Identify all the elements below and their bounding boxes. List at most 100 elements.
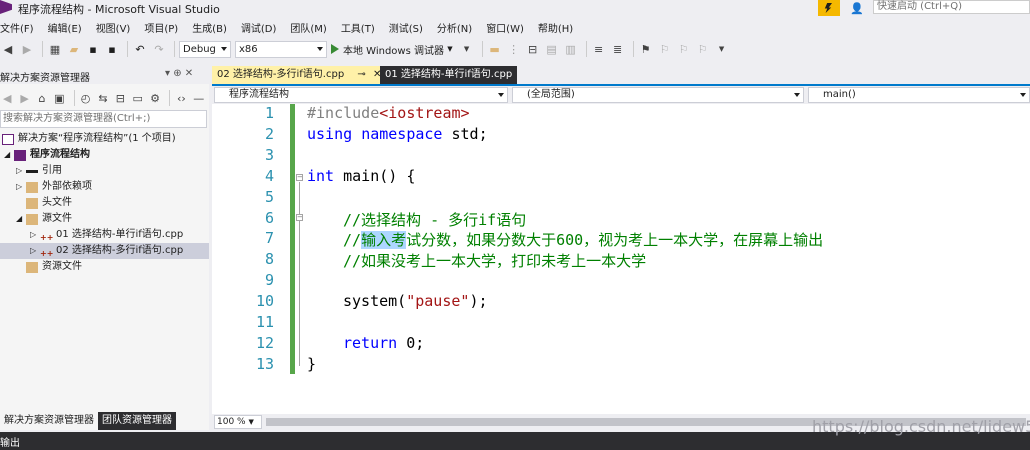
- feedback-button[interactable]: [818, 0, 840, 16]
- expanded-arrow-icon[interactable]: ◢: [16, 211, 26, 227]
- tab-file-01[interactable]: 01 选择结构-单行if语句.cpp: [380, 66, 518, 84]
- member-select[interactable]: main(): [808, 87, 1030, 103]
- code-token: std;: [442, 125, 488, 143]
- tab-solution-explorer[interactable]: 解决方案资源管理器: [0, 412, 98, 430]
- pin-icon[interactable]: ⊸: [357, 69, 365, 80]
- watermark-text: https://blog.csdn.net/lidew521: [812, 417, 1030, 436]
- tree-item-label: 资源文件: [42, 261, 82, 272]
- external-deps-icon: [26, 181, 38, 193]
- collapsed-arrow-icon[interactable]: ▷: [30, 243, 40, 259]
- code-line-1: #include<iostream>: [307, 104, 470, 122]
- menu-test[interactable]: 测试(S): [389, 20, 423, 35]
- toolbar-dropdown-icon[interactable]: ▼: [459, 41, 475, 57]
- chevron-down-icon: [794, 93, 800, 97]
- collapse-all-icon[interactable]: ⊟: [113, 90, 127, 106]
- undo-icon[interactable]: ↶: [132, 41, 148, 57]
- toolbar-separator: [42, 41, 43, 57]
- project-select[interactable]: 程序流程结构: [214, 87, 508, 103]
- collapse-outline-icon[interactable]: −: [296, 214, 303, 221]
- standard-toolbar: ◀ ▶ ▦ ▰ ▪ ▪ ↶ ↷ Debug x86 本地 Windows 调试器…: [0, 38, 1030, 60]
- menu-window[interactable]: 窗口(W): [486, 20, 524, 35]
- outdent-icon[interactable]: ≣: [610, 41, 626, 57]
- collapsed-arrow-icon[interactable]: ▷: [16, 179, 26, 195]
- start-debugging-button[interactable]: 本地 Windows 调试器 ▼: [331, 42, 453, 57]
- collapse-outline-icon[interactable]: −: [296, 174, 303, 181]
- code-token: using: [307, 125, 353, 143]
- tree-item-file-01[interactable]: ▷ ++ 01 选择结构-单行if语句.cpp: [30, 227, 183, 243]
- tree-item-project[interactable]: ◢ 程序流程结构: [4, 147, 90, 163]
- tab-team-explorer[interactable]: 团队资源管理器: [98, 412, 176, 430]
- menu-file[interactable]: 文件(F): [0, 20, 34, 35]
- folder-icon: [26, 213, 38, 225]
- menu-view[interactable]: 视图(V): [96, 20, 131, 35]
- toggle-breakpoint-icon[interactable]: ⊟: [525, 41, 541, 57]
- navigate-back-icon[interactable]: ◀: [0, 41, 16, 57]
- tab-file-02[interactable]: 02 选择结构-多行if语句.cpp ⊸ ✕: [212, 66, 387, 84]
- previous-bookmark-icon[interactable]: ⚐: [657, 41, 673, 57]
- cpp-file-icon: ++: [40, 232, 54, 242]
- toolbar-separator: [174, 41, 175, 57]
- tree-item-source-files[interactable]: ◢ 源文件: [16, 211, 72, 227]
- menu-team[interactable]: 团队(M): [290, 20, 326, 35]
- properties-icon[interactable]: ⚙: [148, 90, 162, 106]
- expanded-arrow-icon[interactable]: ◢: [4, 147, 14, 163]
- toolbar-options-icon[interactable]: ▼: [714, 41, 730, 57]
- collapsed-arrow-icon[interactable]: ▷: [16, 163, 26, 179]
- switch-views-icon[interactable]: ▣: [52, 90, 66, 106]
- tree-item-external-deps[interactable]: ▷ 外部依赖项: [16, 179, 92, 195]
- more-icon[interactable]: —: [192, 90, 206, 106]
- comment-out-icon[interactable]: ▤: [544, 41, 560, 57]
- menu-edit[interactable]: 编辑(E): [48, 20, 82, 35]
- menu-bar: 文件(F) 编辑(E) 视图(V) 项目(P) 生成(B) 调试(D) 团队(M…: [0, 17, 1030, 37]
- tree-item-solution[interactable]: 解决方案“程序流程结构”(1 个项目): [2, 131, 176, 147]
- new-project-icon[interactable]: ▦: [47, 41, 63, 57]
- show-all-files-icon[interactable]: ▭: [131, 90, 145, 106]
- solution-configuration-select[interactable]: Debug: [179, 40, 231, 58]
- next-bookmark-icon[interactable]: ⚐: [676, 41, 692, 57]
- account-icon[interactable]: 👤: [850, 2, 866, 15]
- output-tab[interactable]: 输出: [0, 434, 20, 449]
- home-icon[interactable]: ⌂: [35, 90, 49, 106]
- back-icon[interactable]: ◀: [0, 90, 14, 106]
- code-line-10: system("pause");: [343, 292, 488, 310]
- menu-analyze[interactable]: 分析(N): [437, 20, 472, 35]
- forward-icon[interactable]: ▶: [17, 90, 31, 106]
- menu-build[interactable]: 生成(B): [192, 20, 227, 35]
- tree-item-file-02[interactable]: ▷ ++ 02 选择结构-多行if语句.cpp: [0, 243, 209, 259]
- tree-item-resource-files[interactable]: 资源文件: [26, 259, 82, 275]
- line-number: 11: [255, 313, 274, 331]
- redo-icon[interactable]: ↷: [151, 41, 167, 57]
- solution-explorer-search[interactable]: 搜索解决方案资源管理器(Ctrl+;): [0, 110, 207, 128]
- menu-debug[interactable]: 调试(D): [241, 20, 277, 35]
- bookmark-icon[interactable]: ⚑: [638, 41, 654, 57]
- collapsed-arrow-icon[interactable]: ▷: [30, 227, 40, 243]
- panel-options-icon[interactable]: ▾ ⊕ ✕: [165, 68, 193, 79]
- tree-item-header-files[interactable]: 头文件: [26, 195, 72, 211]
- pending-changes-filter-icon[interactable]: ◴: [78, 90, 92, 106]
- save-all-icon[interactable]: ▪: [104, 41, 120, 57]
- solution-platform-select[interactable]: x86: [235, 40, 327, 58]
- sync-icon[interactable]: ⇆: [96, 90, 110, 106]
- save-icon[interactable]: ▪: [85, 41, 101, 57]
- project-value: 程序流程结构: [229, 89, 289, 100]
- tree-item-references[interactable]: ▷ 引用: [16, 163, 62, 179]
- scope-select[interactable]: (全局范围): [512, 87, 804, 103]
- find-in-files-icon[interactable]: ▬: [487, 41, 503, 57]
- view-code-icon[interactable]: ‹›: [174, 90, 188, 106]
- quick-launch-input[interactable]: 快速启动 (Ctrl+Q): [873, 0, 1030, 14]
- menu-project[interactable]: 项目(P): [144, 20, 178, 35]
- toolbar-separator: [632, 41, 634, 57]
- uncomment-icon[interactable]: ▥: [563, 41, 579, 57]
- menu-tools[interactable]: 工具(T): [341, 20, 375, 35]
- open-file-icon[interactable]: ▰: [66, 41, 82, 57]
- menu-help[interactable]: 帮助(H): [538, 20, 573, 35]
- line-number: 12: [255, 334, 274, 352]
- solution-explorer-toolbar: ◀ ▶ ⌂ ▣ ◴ ⇆ ⊟ ▭ ⚙ ‹› —: [0, 88, 209, 108]
- indent-icon[interactable]: ≡: [591, 41, 607, 57]
- document-tabs: 02 选择结构-多行if语句.cpp ⊸ ✕ 01 选择结构-单行if语句.cp…: [212, 66, 1030, 86]
- clear-bookmarks-icon[interactable]: ⚐: [695, 41, 711, 57]
- navigate-forward-icon[interactable]: ▶: [19, 41, 35, 57]
- editor-navigation-bar: 程序流程结构 (全局范围) main(): [212, 86, 1030, 104]
- line-number: 1: [264, 104, 274, 122]
- zoom-select[interactable]: 100 % ▼: [214, 415, 262, 429]
